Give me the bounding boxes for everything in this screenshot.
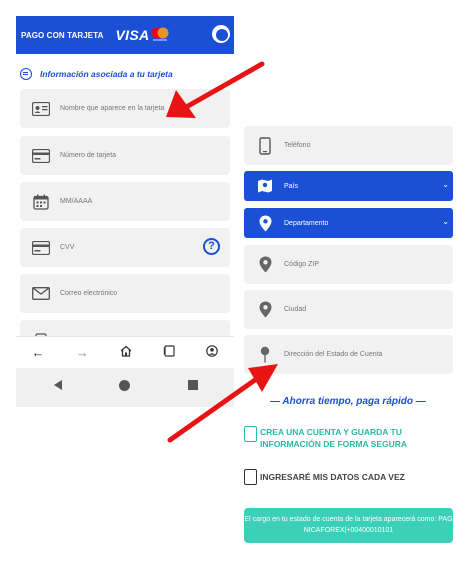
address-placeholder: Dirección del Estado de Cuenta	[284, 351, 383, 358]
system-recents-icon[interactable]	[188, 380, 198, 390]
phone-icon	[254, 136, 276, 155]
phone-placeholder: Teléfono	[284, 142, 311, 149]
enter-each-time-option[interactable]: INGRESARÉ MIS DATOS CADA VEZ	[244, 469, 405, 485]
create-account-checkbox[interactable]	[244, 426, 257, 442]
email-placeholder: Correo electrónico	[60, 290, 118, 297]
expiry-placeholder: MM/AAAA	[60, 198, 93, 205]
back-arrow-icon[interactable]: ←	[32, 345, 45, 360]
system-nav-bar	[16, 368, 234, 407]
mastercard-logo-icon	[151, 27, 169, 41]
country-select[interactable]: País ⌄	[244, 171, 453, 201]
location-pin-icon	[254, 301, 276, 318]
card-number-field[interactable]: Número de tarjeta	[20, 136, 230, 175]
city-placeholder: Ciudad	[284, 306, 307, 313]
tabs-icon[interactable]	[163, 345, 175, 360]
system-home-icon[interactable]	[119, 380, 130, 391]
mail-icon	[30, 287, 52, 300]
payment-screen-left: PAGO CON TARJETA VISA Información asocia…	[16, 16, 234, 407]
cvv-field[interactable]: CVV ?	[20, 228, 230, 267]
credit-card-icon	[30, 148, 52, 163]
calendar-icon	[30, 194, 52, 210]
payment-screen-right: Teléfono País ⌄ Departamento ⌄ Código ZI…	[240, 122, 458, 546]
system-back-icon[interactable]	[54, 380, 62, 390]
help-icon[interactable]: ?	[203, 238, 220, 255]
country-label: País	[284, 182, 299, 190]
location-pin-icon	[254, 256, 276, 273]
id-card-icon	[30, 101, 52, 116]
browser-nav-bar: ← →	[16, 336, 234, 368]
account-icon[interactable]	[206, 345, 219, 360]
header-title: PAGO CON TARJETA	[21, 30, 104, 40]
phone-field[interactable]: Teléfono	[244, 126, 453, 165]
credit-card-icon	[30, 240, 52, 255]
forward-arrow-icon[interactable]: →	[76, 345, 89, 360]
section-header: Información asociada a tu tarjeta	[20, 68, 173, 80]
city-field[interactable]: Ciudad	[244, 290, 453, 329]
promo-heading: — Ahorra tiempo, paga rápido —	[270, 396, 426, 407]
map-icon	[254, 178, 276, 194]
cardholder-name-field[interactable]: Nombre que aparece en la tarjeta	[20, 89, 230, 128]
department-select[interactable]: Departamento ⌄	[244, 208, 453, 238]
pushpin-icon	[254, 346, 276, 363]
cvv-placeholder: CVV	[60, 244, 75, 251]
enter-each-time-label: INGRESARÉ MIS DATOS CADA VEZ	[260, 472, 405, 482]
department-label: Departamento	[284, 219, 329, 227]
location-pin-icon	[254, 215, 276, 232]
chevron-down-icon: ⌄	[442, 217, 449, 226]
create-account-label: CREA UNA CUENTA Y GUARDA TU INFORMACIÓN …	[260, 427, 408, 449]
header-bar: PAGO CON TARJETA VISA	[16, 16, 234, 54]
cardholder-name-placeholder: Nombre que aparece en la tarjeta	[60, 105, 165, 112]
toggle-switch[interactable]	[212, 25, 230, 43]
visa-logo: VISA	[115, 27, 150, 43]
chevron-down-icon: ⌄	[442, 180, 449, 189]
zip-placeholder: Código ZIP	[284, 261, 320, 268]
create-account-option[interactable]: CREA UNA CUENTA Y GUARDA TU INFORMACIÓN …	[244, 426, 440, 450]
enter-each-time-checkbox[interactable]	[244, 469, 257, 485]
card-number-placeholder: Número de tarjeta	[60, 152, 117, 159]
home-icon[interactable]	[120, 345, 132, 360]
email-field[interactable]: Correo electrónico	[20, 274, 230, 313]
section-title: Información asociada a tu tarjeta	[40, 69, 173, 79]
charge-notice: El cargo en tu estado de cuenta de la ta…	[244, 508, 453, 543]
list-icon	[20, 68, 32, 80]
expiry-field[interactable]: MM/AAAA	[20, 182, 230, 221]
zip-field[interactable]: Código ZIP	[244, 245, 453, 284]
address-field[interactable]: Dirección del Estado de Cuenta	[244, 335, 453, 374]
